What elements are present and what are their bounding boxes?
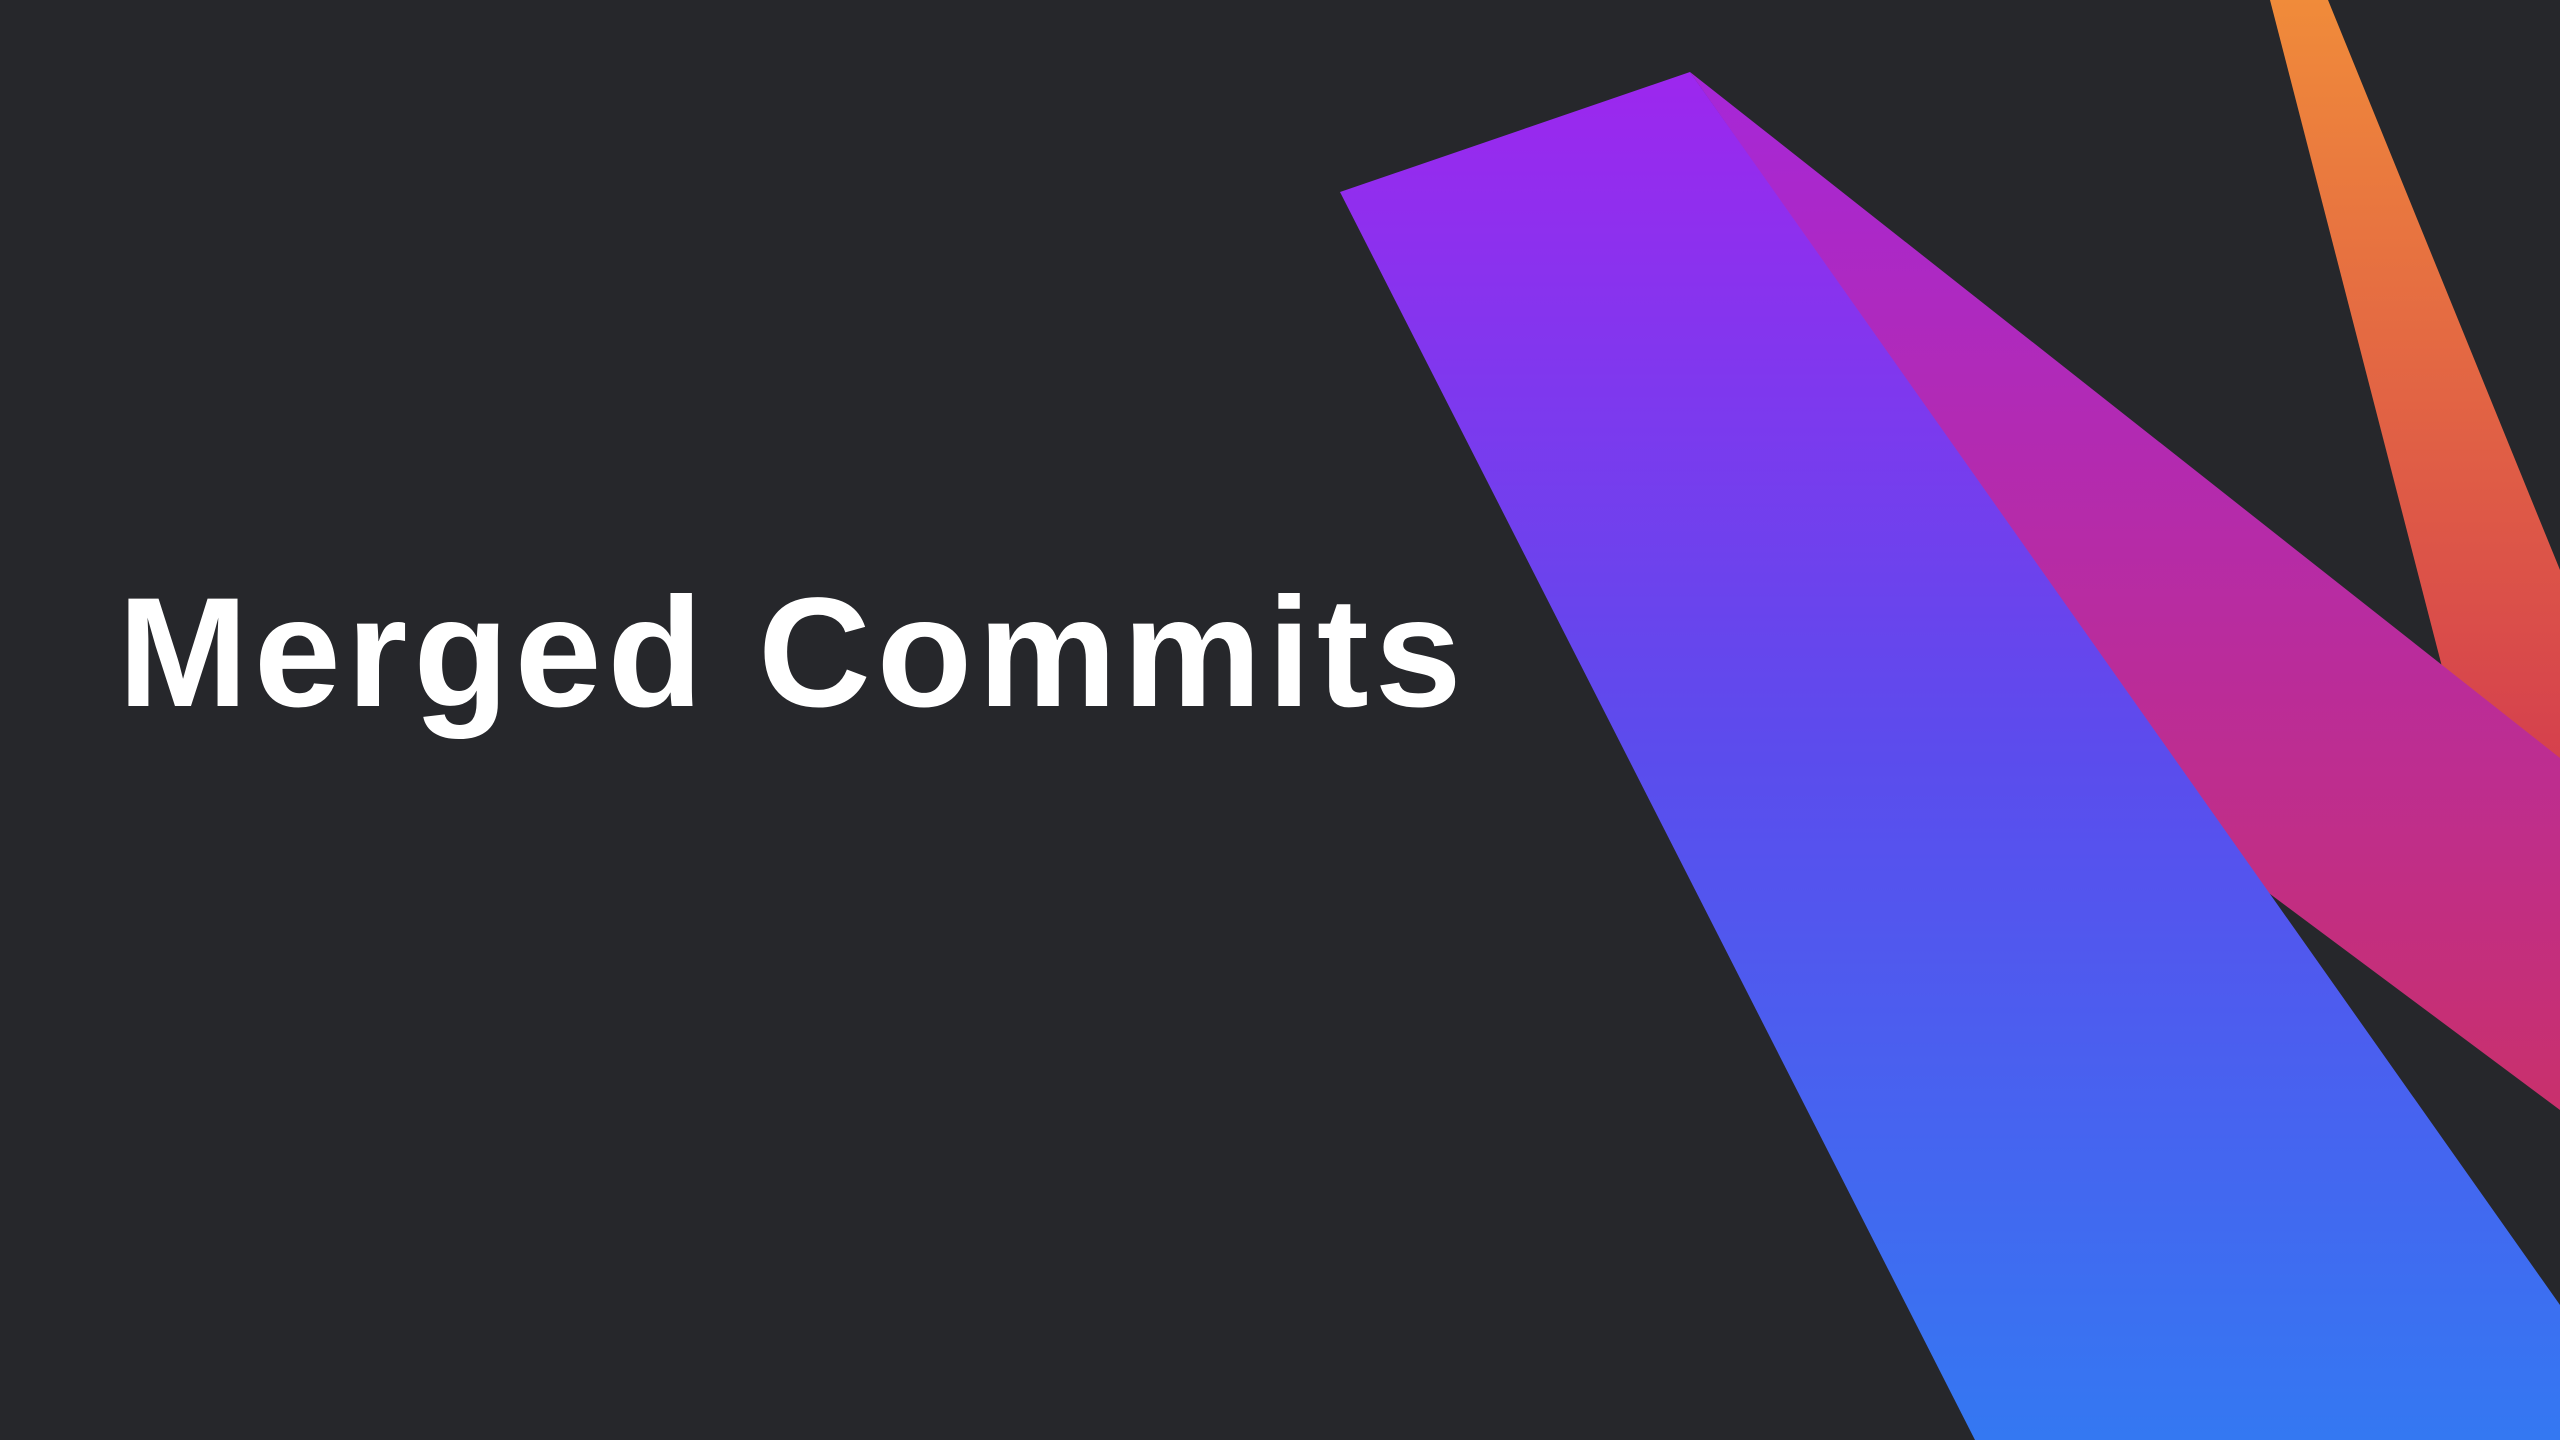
slide: Merged Commits bbox=[0, 0, 2560, 1440]
slide-title: Merged Commits bbox=[118, 566, 1468, 740]
